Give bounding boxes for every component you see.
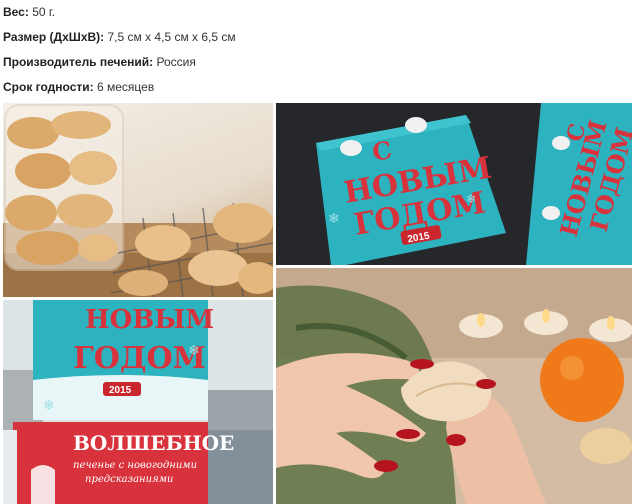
photo-gift-boxes-dark[interactable]: С НОВЫМ ГОДОМ 2015 ❄ ❄ С НОВЫМ ГОДОМ bbox=[276, 103, 632, 265]
spec-value: Россия bbox=[156, 55, 196, 69]
lower-box-subtitle: предсказаниями bbox=[85, 474, 173, 485]
fortune-cookie-icon bbox=[580, 428, 632, 464]
box-greeting: НОВЫМ bbox=[85, 305, 214, 335]
spec-value: 6 месяцев bbox=[96, 80, 155, 94]
spec-label: Срок годности: bbox=[3, 80, 94, 94]
spec-manufacturer: Производитель печений: Россия bbox=[3, 54, 196, 70]
snowflake-icon: ❄ bbox=[328, 210, 340, 226]
sheep-icon bbox=[542, 206, 560, 220]
spec-label: Размер (ДхШхВ): bbox=[3, 30, 105, 44]
sheep-icon bbox=[405, 117, 427, 133]
snowflake-icon: ❄ bbox=[466, 192, 476, 206]
snowflake-icon: ❄ bbox=[43, 397, 55, 413]
gift-box-side: С НОВЫМ ГОДОМ bbox=[526, 103, 632, 265]
spec-value: 7,5 см х 4,5 см х 6,5 см bbox=[107, 30, 236, 44]
gift-box-top: НОВЫМ ГОДОМ 2015 ❄ ❄ bbox=[33, 300, 214, 420]
spec-label: Вес: bbox=[3, 5, 29, 19]
photo-hand-cookie[interactable] bbox=[276, 268, 632, 504]
tangerine-icon bbox=[540, 338, 624, 422]
photo-cookie-jar[interactable] bbox=[3, 103, 273, 297]
box-greeting: ГОДОМ bbox=[73, 341, 206, 376]
sheep-icon bbox=[340, 140, 362, 156]
spec-size: Размер (ДхШхВ): 7,5 см х 4,5 см х 6,5 см bbox=[3, 29, 236, 45]
lower-box-title: ВОЛШЕБНОЕ bbox=[73, 431, 234, 455]
snowflake-icon: ❄ bbox=[188, 342, 200, 358]
box-year: 2015 bbox=[109, 385, 132, 396]
photo-stacked-boxes[interactable]: НОВЫМ ГОДОМ 2015 ❄ ❄ ВОЛШЕБНОЕ печенье с… bbox=[3, 300, 273, 504]
gift-box-bottom: ВОЛШЕБНОЕ печенье с новогодними предсказ… bbox=[3, 422, 234, 504]
spec-label: Производитель печений: bbox=[3, 55, 154, 69]
spec-value: 50 г. bbox=[32, 5, 56, 19]
spec-shelf-life: Срок годности: 6 месяцев bbox=[3, 79, 154, 95]
spec-weight: Вес: 50 г. bbox=[3, 4, 55, 20]
lower-box-subtitle: печенье с новогодними bbox=[73, 460, 197, 471]
sheep-icon bbox=[552, 136, 570, 150]
